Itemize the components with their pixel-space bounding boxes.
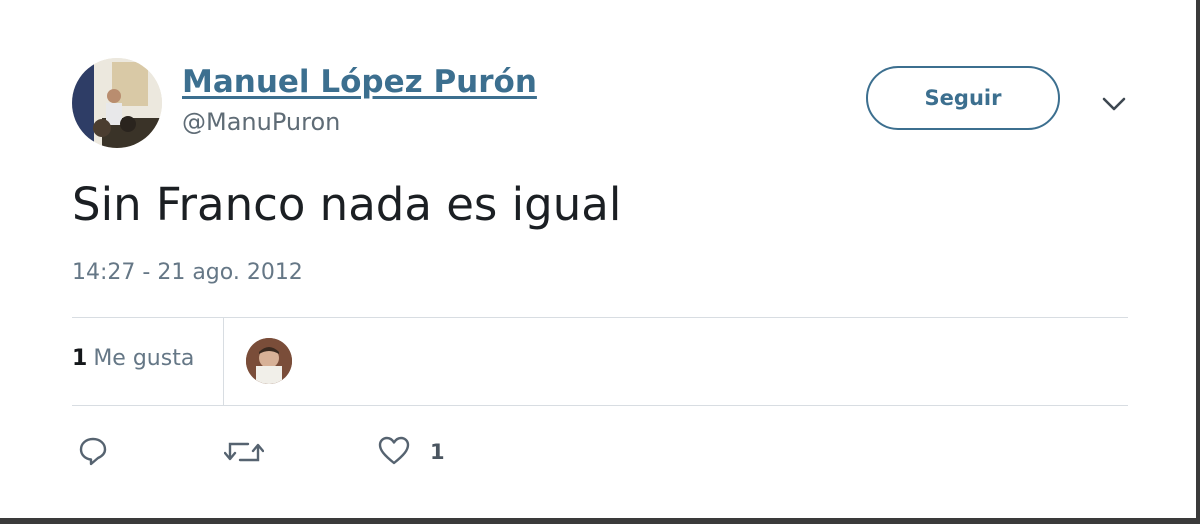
- author-avatar[interactable]: [72, 58, 162, 148]
- tweet-text: Sin Franco nada es igual: [72, 178, 622, 231]
- avatar-photo: [72, 58, 162, 148]
- heart-icon[interactable]: [378, 436, 410, 466]
- divider-top: [72, 317, 1128, 318]
- reply-icon[interactable]: [78, 436, 108, 466]
- likes-stat-label: Me gusta: [93, 346, 195, 371]
- retweet-icon[interactable]: [223, 438, 265, 466]
- tweet-timestamp[interactable]: 14:27 - 21 ago. 2012: [72, 260, 303, 285]
- tweet-card: Manuel López Purón @ManuPuron Seguir Sin…: [0, 0, 1200, 524]
- follow-button[interactable]: Seguir: [866, 66, 1060, 130]
- author-display-name[interactable]: Manuel López Purón: [182, 64, 537, 100]
- divider-vertical: [223, 318, 224, 405]
- likes-stat[interactable]: 1 Me gusta: [72, 346, 194, 371]
- chevron-down-icon[interactable]: [1100, 92, 1128, 116]
- likes-stat-count: 1: [72, 346, 88, 371]
- liker-photo: [246, 338, 292, 384]
- divider-bottom: [72, 405, 1128, 406]
- author-handle[interactable]: @ManuPuron: [182, 108, 340, 136]
- like-count[interactable]: 1: [430, 440, 445, 464]
- liker-avatar[interactable]: [246, 338, 292, 384]
